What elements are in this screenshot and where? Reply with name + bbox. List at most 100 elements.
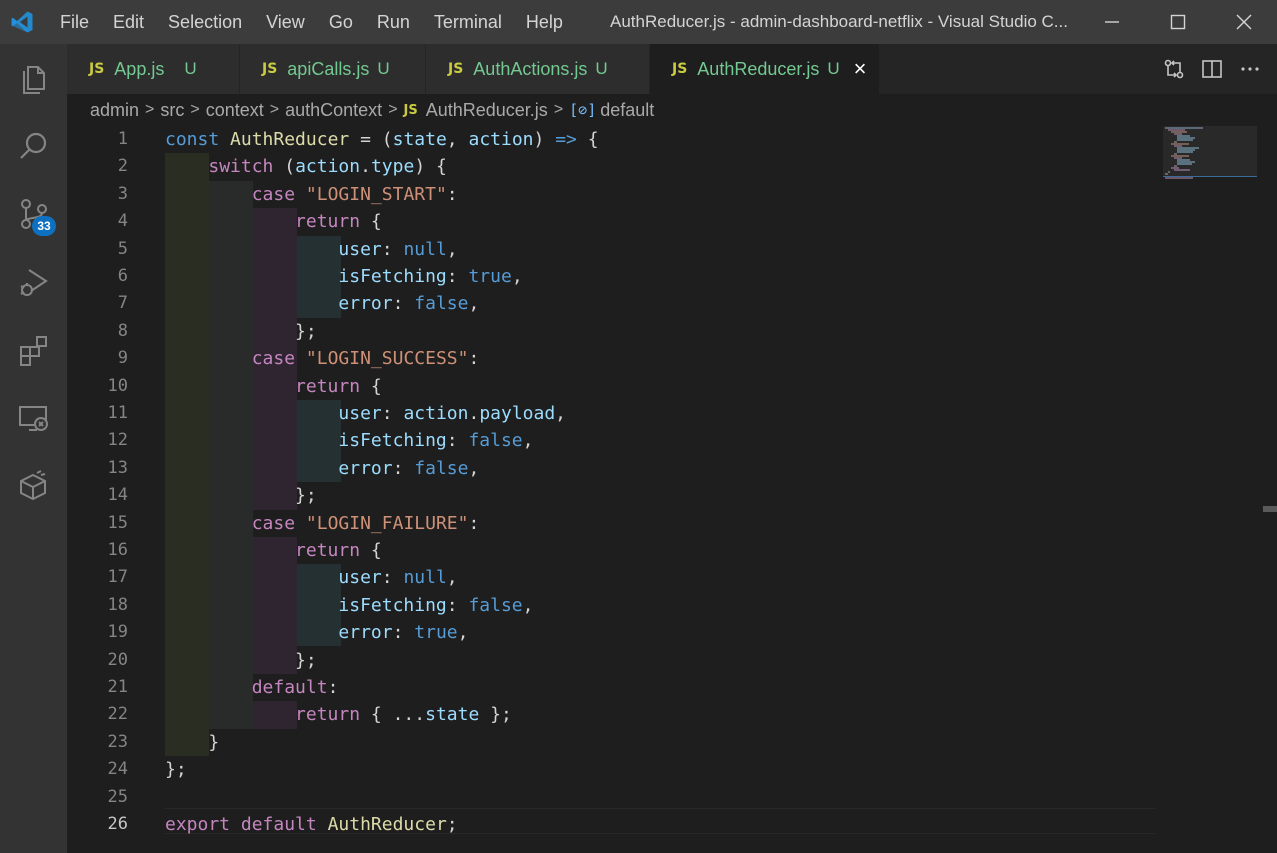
line-number: 5	[117, 238, 128, 259]
code-line: user: null,	[338, 238, 458, 260]
line-number: 1	[117, 129, 128, 149]
split-editor-button[interactable]	[1193, 44, 1231, 94]
tab-authreducer-js[interactable]: JS AuthReducer.js U ×	[650, 44, 880, 94]
breadcrumb-admin[interactable]: admin	[90, 100, 139, 121]
line-number: 15	[107, 512, 128, 533]
chevron-right-icon: >	[388, 101, 398, 118]
chevron-right-icon: >	[269, 101, 280, 118]
activity-bar: 33	[0, 44, 67, 853]
breadcrumb: admin > src > context > authContext > JS…	[67, 94, 1277, 126]
menu-file[interactable]: File	[44, 0, 101, 44]
tab-label: App.js	[114, 58, 165, 79]
extensions-button[interactable]	[0, 316, 67, 384]
menu-help[interactable]: Help	[514, 0, 575, 44]
line-number: 18	[107, 594, 128, 615]
editor-tab-bar: JS App.js U JS apiCalls.js U JS AuthActi…	[67, 44, 1277, 94]
js-file-icon: JS	[262, 61, 278, 77]
code-line: case "LOGIN_SUCCESS":	[251, 348, 480, 370]
code-line: user: null,	[338, 567, 458, 589]
line-number: 3	[117, 183, 128, 204]
scrollbar-thumb[interactable]	[1263, 506, 1277, 512]
close-icon	[1236, 14, 1252, 30]
breadcrumb-src[interactable]: src	[160, 100, 184, 121]
testing-icon	[19, 470, 46, 501]
tab-authactions-js[interactable]: JS AuthActions.js U	[426, 44, 650, 94]
files-icon	[22, 66, 45, 94]
more-actions-button[interactable]	[1231, 44, 1269, 94]
code-line: };	[165, 485, 317, 507]
code-line: error: false,	[338, 293, 480, 315]
code-line: }	[165, 731, 220, 753]
menu-bar: File Edit Selection View Go Run Terminal…	[44, 0, 575, 44]
code-line: return {	[295, 375, 382, 397]
maximize-button[interactable]	[1145, 0, 1211, 44]
vscode-logo-icon	[0, 0, 44, 44]
line-number: 9	[117, 348, 128, 369]
line-number-current: 26	[107, 814, 128, 834]
split-editor-icon	[1202, 60, 1222, 78]
tab-label: AuthReducer.js	[697, 58, 820, 79]
minimize-button[interactable]	[1079, 0, 1145, 44]
code-line: };	[165, 320, 317, 342]
search-icon	[19, 132, 46, 159]
tab-git-status: U	[827, 59, 840, 78]
menu-view[interactable]: View	[254, 0, 317, 44]
line-number: 7	[117, 293, 128, 314]
search-button[interactable]	[0, 112, 67, 180]
menu-selection[interactable]: Selection	[156, 0, 254, 44]
remote-explorer-button[interactable]	[0, 384, 67, 452]
js-file-icon: JS	[448, 61, 464, 77]
code-line: error: true,	[338, 622, 469, 644]
tab-label: AuthActions.js	[473, 58, 588, 79]
line-number: 16	[107, 540, 128, 560]
line-number: 21	[107, 677, 128, 697]
menu-edit[interactable]: Edit	[101, 0, 156, 44]
breadcrumb-symbol[interactable]: default	[600, 100, 654, 121]
menu-run[interactable]: Run	[365, 0, 422, 44]
line-number: 23	[107, 731, 128, 752]
run-debug-icon	[19, 269, 48, 296]
code-line: return { ...state };	[295, 704, 512, 726]
line-number: 6	[117, 266, 128, 286]
minimize-icon	[1105, 21, 1119, 23]
code-editor[interactable]: 1 2 3 4 5 6 7 8 9 10 11 12 13 14 15 16 1…	[67, 126, 1277, 853]
line-number: 22	[107, 704, 128, 725]
minimap[interactable]	[1163, 126, 1263, 186]
breadcrumb-context[interactable]: context	[206, 100, 264, 121]
maximize-icon	[1170, 14, 1186, 30]
code-line: return {	[295, 211, 382, 233]
line-number: 13	[107, 457, 128, 478]
tab-close-icon[interactable]: ×	[854, 58, 867, 80]
menu-go[interactable]: Go	[317, 0, 365, 44]
explorer-button[interactable]	[0, 44, 67, 112]
js-file-icon: JS	[672, 61, 688, 77]
open-changes-button[interactable]	[1155, 44, 1193, 94]
code-line: export default AuthReducer;	[165, 814, 458, 835]
code-line: error: false,	[338, 457, 480, 479]
code-line: isFetching: false,	[338, 430, 534, 452]
run-debug-button[interactable]	[0, 248, 67, 316]
chevron-right-icon: >	[553, 101, 564, 118]
window-title: AuthReducer.js - admin-dashboard-netflix…	[610, 12, 1068, 31]
close-window-button[interactable]	[1211, 0, 1277, 44]
code-line: isFetching: false,	[338, 594, 534, 616]
line-number: 20	[107, 649, 128, 670]
chevron-right-icon: >	[190, 101, 200, 118]
title-bar: File Edit Selection View Go Run Terminal…	[0, 0, 1277, 44]
menu-terminal[interactable]: Terminal	[422, 0, 514, 44]
more-actions-icon	[1241, 67, 1259, 71]
tab-git-status: U	[595, 59, 608, 78]
line-number: 4	[117, 211, 128, 232]
compare-changes-icon	[1164, 59, 1184, 79]
source-control-button[interactable]: 33	[0, 180, 67, 248]
breadcrumb-authcontext[interactable]: authContext	[285, 100, 382, 121]
line-number: 10	[107, 375, 128, 396]
code-line: case "LOGIN_START":	[251, 183, 458, 205]
tab-apicalls-js[interactable]: JS apiCalls.js U	[240, 44, 426, 94]
breadcrumb-file[interactable]: AuthReducer.js	[426, 100, 548, 121]
testing-button[interactable]	[0, 452, 67, 520]
tab-app-js[interactable]: JS App.js U	[67, 44, 240, 94]
vertical-scrollbar[interactable]	[1263, 126, 1277, 853]
line-number: 19	[107, 622, 128, 643]
js-file-icon: JS	[403, 102, 418, 118]
